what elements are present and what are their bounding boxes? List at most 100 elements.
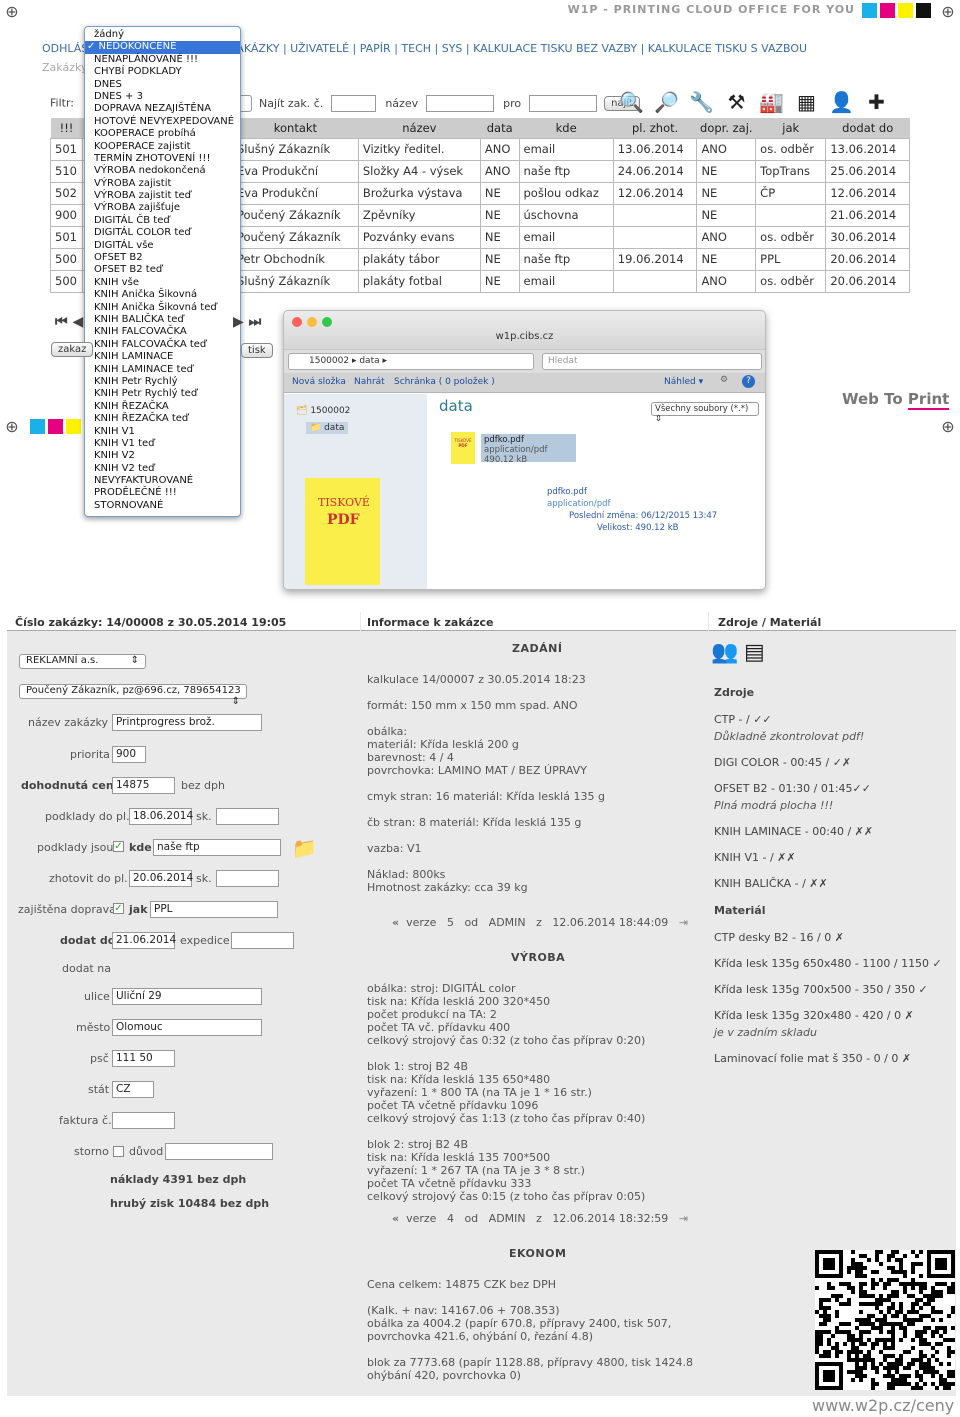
dropdown-option[interactable]: KNIH V1 teď bbox=[85, 438, 240, 450]
dropdown-option[interactable]: CHYBÍ PODKLADY bbox=[85, 66, 240, 78]
first-page-icon[interactable]: ⏮ bbox=[55, 314, 68, 330]
resource-item[interactable]: DIGI COLOR - 00:45 / ✓✗ bbox=[714, 756, 851, 769]
next-page-icon[interactable]: ▶ bbox=[233, 314, 244, 330]
folder-icon[interactable]: 📁 bbox=[292, 836, 317, 860]
dropdown-option[interactable]: ✓ NEDOKONČENÉ bbox=[85, 41, 240, 54]
status-dropdown[interactable]: žádný ✓ NEDOKONČENÉ NENAPLÁNOVANÉ !!! CHYBÍ… bbox=[84, 26, 241, 517]
history-icon[interactable]: ⇥ bbox=[679, 916, 688, 929]
prev-page-icon[interactable]: ◀ bbox=[72, 314, 83, 330]
dropdown-option[interactable]: KNIH V2 bbox=[85, 450, 240, 462]
how-input[interactable]: PPL bbox=[150, 901, 278, 918]
dropdown-option[interactable]: KNIH Petr Rychlý bbox=[85, 376, 240, 388]
pdf-thumbnail-small[interactable]: TISKOVÉ PDF bbox=[451, 432, 475, 464]
material-add-icon[interactable]: ▤ bbox=[744, 640, 765, 665]
dropdown-option[interactable]: PRODĚLEČNÉ !!! bbox=[85, 487, 240, 499]
folder-data[interactable]: 📁 data bbox=[306, 422, 349, 434]
material-item[interactable]: Křída lesk 135g 650x480 - 1100 / 1150 ✓ bbox=[714, 957, 942, 970]
material-item[interactable]: Laminovací folie mat š 350 - 0 / 0 ✗ bbox=[714, 1052, 911, 1065]
history-icon[interactable]: ⇥ bbox=[679, 1212, 688, 1225]
transport-checkbox[interactable]: ✓ bbox=[113, 903, 124, 914]
storno-checkbox[interactable] bbox=[113, 1146, 124, 1157]
stack-icon[interactable]: ▦ bbox=[793, 88, 820, 115]
docs-to-input[interactable]: 18.06.2014 bbox=[129, 808, 193, 825]
contact-select[interactable]: Poučený Zákazník, pz@696.cz, 789654123 ⇕ bbox=[19, 684, 247, 707]
history-back-icon[interactable]: « bbox=[392, 1212, 399, 1225]
resource-item[interactable]: CTP - / ✓✓ bbox=[714, 713, 772, 726]
dropdown-option[interactable]: KNIH V1 bbox=[85, 426, 240, 438]
invoice-input[interactable] bbox=[112, 1112, 175, 1129]
dropdown-option[interactable]: DOPRAVA NEZAJIŠTĚNA bbox=[85, 103, 240, 115]
finder-search-input[interactable]: Hledat bbox=[542, 353, 762, 370]
user-add-icon[interactable]: 👤 bbox=[828, 88, 855, 115]
dropdown-option[interactable]: TERMÍN ZHOTOVENÍ !!! bbox=[85, 153, 240, 165]
dropdown-option[interactable]: VÝROBA zajišťuje bbox=[85, 202, 240, 214]
dropdown-option[interactable]: KOOPERACE probíhá bbox=[85, 128, 240, 140]
history-back-icon[interactable]: « bbox=[392, 916, 399, 929]
machines-icon[interactable]: ⚒ bbox=[723, 88, 750, 115]
company-select[interactable]: REKLAMNÍ a.s. ⇕ bbox=[19, 654, 146, 669]
column-header[interactable]: pl. zhot. bbox=[613, 118, 697, 138]
dropdown-option[interactable]: STORNOVANÉ bbox=[85, 500, 240, 512]
dropdown-option[interactable]: KNIH LAMINACE teď bbox=[85, 364, 240, 376]
dropdown-option[interactable]: DNES + 3 bbox=[85, 91, 240, 103]
docs-are-checkbox[interactable]: ✓ bbox=[113, 841, 124, 852]
path-breadcrumb[interactable]: 1500002 ▸ data ▸ bbox=[288, 353, 534, 370]
upload-button[interactable]: Nahrát bbox=[354, 377, 385, 387]
dropdown-option[interactable]: OFSET B2 teď bbox=[85, 264, 240, 276]
dropdown-option[interactable]: DIGITÁL vše bbox=[85, 240, 240, 252]
print-button[interactable]: tisk bbox=[241, 343, 273, 358]
dropdown-option[interactable]: VÝROBA zajistit bbox=[85, 178, 240, 190]
resource-item[interactable]: KNIH BALIČKA - / ✗✗ bbox=[714, 877, 828, 890]
factory-icon[interactable]: 🏭 bbox=[758, 88, 785, 115]
resource-item[interactable]: KNIH V1 - / ✗✗ bbox=[714, 851, 796, 864]
column-header[interactable]: kontakt bbox=[232, 118, 359, 138]
column-header[interactable]: dodat do bbox=[825, 118, 910, 138]
priority-input[interactable]: 900 bbox=[112, 746, 146, 763]
column-header[interactable]: dopr. zaj. bbox=[696, 118, 756, 138]
help-icon[interactable]: ? bbox=[742, 375, 755, 388]
street-input[interactable]: Uliční 29 bbox=[112, 988, 262, 1005]
dropdown-option[interactable]: KNIH V2 teď bbox=[85, 463, 240, 475]
material-item[interactable]: Křída lesk 135g 700x500 - 350 / 350 ✓ bbox=[714, 983, 928, 996]
dropdown-option[interactable]: KNIH Anička Šikovná bbox=[85, 289, 240, 301]
reason-input[interactable] bbox=[165, 1143, 273, 1160]
tools-icon[interactable]: 🔧 bbox=[688, 88, 715, 115]
last-page-icon[interactable]: ⏭ bbox=[249, 314, 262, 330]
logout-link[interactable]: ODHLÁS bbox=[42, 42, 88, 55]
file-filter-select[interactable]: Všechny soubory (*.*) ⇕ bbox=[651, 402, 759, 424]
country-input[interactable]: CZ bbox=[112, 1081, 154, 1098]
dropdown-option[interactable]: HOTOVÉ NEVYEXPEDOVANÉ bbox=[85, 116, 240, 128]
search-icon[interactable]: 🔍 bbox=[618, 88, 645, 115]
column-header[interactable]: !!! bbox=[50, 118, 83, 138]
column-header[interactable]: jak bbox=[755, 118, 826, 138]
file-item[interactable]: pdfko.pdf application/pdf 490.12 kB bbox=[481, 434, 576, 465]
settings-icon[interactable]: ⚙ bbox=[720, 375, 728, 385]
dropdown-option[interactable]: KNIH ŘEZAČKA teď bbox=[85, 413, 240, 425]
make-to-input[interactable]: 20.06.2014 bbox=[129, 870, 193, 887]
dropdown-option[interactable]: žádný bbox=[85, 29, 240, 41]
column-header[interactable]: název bbox=[358, 118, 481, 138]
dropdown-option[interactable]: NENAPLÁNOVANÉ !!! bbox=[85, 54, 240, 66]
dropdown-option[interactable]: KNIH ŘEZAČKA bbox=[85, 401, 240, 413]
material-item[interactable]: Křída lesk 135g 320x480 - 420 / 0 ✗ bbox=[714, 1009, 914, 1022]
add-icon[interactable]: ✚ bbox=[863, 88, 890, 115]
dropdown-option[interactable]: VÝROBA zajistit teď bbox=[85, 190, 240, 202]
search-remove-icon[interactable]: 🔎 bbox=[653, 88, 680, 115]
price-input[interactable]: 14875 bbox=[112, 777, 175, 794]
city-input[interactable]: Olomouc bbox=[112, 1019, 262, 1036]
dropdown-option[interactable]: KNIH Anička Šikovná teď bbox=[85, 302, 240, 314]
dispatch-input[interactable] bbox=[231, 932, 294, 949]
resource-item[interactable]: OFSET B2 - 01:30 / 01:45✓✓ bbox=[714, 782, 871, 795]
order-number-input[interactable] bbox=[330, 95, 376, 112]
dropdown-option[interactable]: VÝROBA nedokončená bbox=[85, 165, 240, 177]
folder-1500002[interactable]: 🗂 1500002 bbox=[296, 406, 350, 416]
view-select[interactable]: Náhled ▾ bbox=[664, 377, 703, 387]
where-input[interactable]: naše ftp bbox=[153, 839, 281, 856]
new-folder-button[interactable]: Nová složka bbox=[292, 377, 346, 387]
for-input[interactable] bbox=[528, 95, 597, 112]
docs-sk-input[interactable] bbox=[216, 808, 279, 825]
make-sk-input[interactable] bbox=[216, 870, 279, 887]
zip-input[interactable]: 111 50 bbox=[112, 1050, 175, 1067]
order-button[interactable]: zakaz bbox=[51, 342, 94, 357]
name-input[interactable] bbox=[425, 95, 494, 112]
